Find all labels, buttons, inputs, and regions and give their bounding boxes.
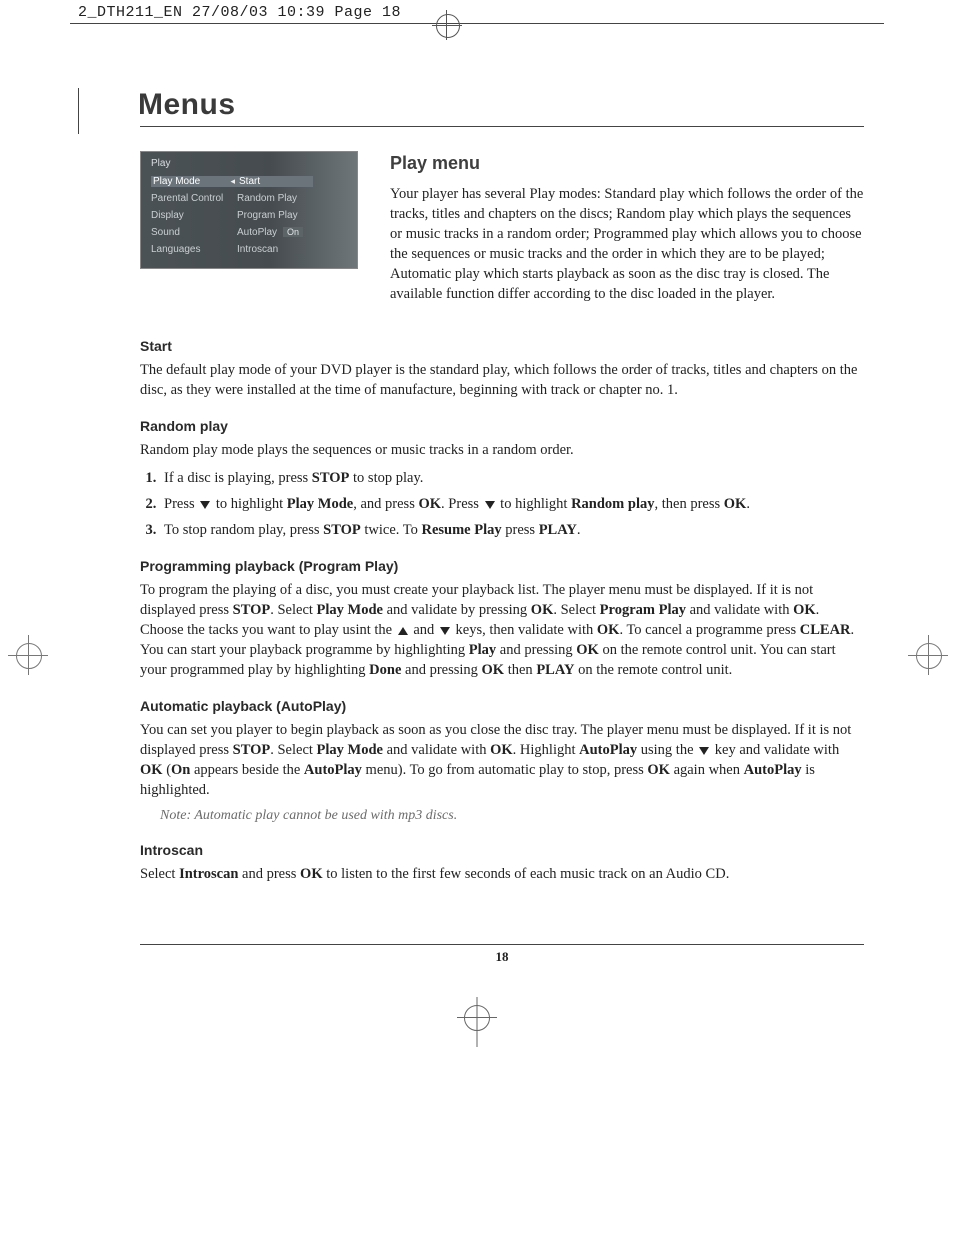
section-heading-random: Random play [140, 418, 864, 434]
body-text: Random play mode plays the sequences or … [140, 440, 864, 460]
down-arrow-icon [200, 501, 210, 509]
menu-right-item: Introscan [237, 244, 347, 255]
menu-right-item: Start [237, 176, 313, 187]
title-rule [140, 126, 864, 127]
page-title: Menus [138, 88, 864, 122]
menu-right-item: Program Play [237, 210, 347, 221]
header-rule [70, 23, 884, 24]
menu-left-item: Play Mode [151, 176, 237, 187]
menu-left-item: Languages [151, 244, 237, 255]
crop-mark-icon [432, 0, 462, 40]
menu-right-item: AutoPlay [237, 227, 277, 238]
down-arrow-icon [485, 501, 495, 509]
step-item: Press to highlight Play Mode, and press … [160, 494, 864, 514]
body-text: To program the playing of a disc, you mu… [140, 580, 864, 680]
body-text: Your player has several Play modes: Stan… [390, 184, 864, 304]
section-heading-start: Start [140, 338, 864, 354]
up-arrow-icon [398, 627, 408, 635]
step-item: To stop random play, press STOP twice. T… [160, 520, 864, 540]
print-header: 2_DTH211_EN 27/08/03 10:39 Page 18 [0, 0, 954, 23]
status-badge: On [283, 227, 303, 237]
menu-right-item: Random Play [237, 193, 347, 204]
menu-left-item: Parental Control [151, 193, 237, 204]
menu-screenshot: Play Play Mode Start Parental Control Ra… [140, 151, 358, 312]
down-arrow-icon [440, 627, 450, 635]
body-text: Select Introscan and press OK to listen … [140, 864, 864, 884]
body-text: The default play mode of your DVD player… [140, 360, 864, 400]
section-heading-autoplay: Automatic playback (AutoPlay) [140, 698, 864, 714]
section-heading-play-menu: Play menu [390, 151, 864, 176]
footer-rule [140, 944, 864, 945]
menu-left-item: Sound [151, 227, 237, 238]
steps-list: If a disc is playing, press STOP to stop… [140, 468, 864, 540]
menu-title: Play [151, 158, 347, 169]
note-text: Note: Automatic play cannot be used with… [160, 808, 864, 824]
page-number: 18 [140, 949, 864, 965]
menu-left-item: Display [151, 210, 237, 221]
step-item: If a disc is playing, press STOP to stop… [160, 468, 864, 488]
down-arrow-icon [699, 747, 709, 755]
section-heading-program: Programming playback (Program Play) [140, 558, 864, 574]
section-heading-introscan: Introscan [140, 842, 864, 858]
registration-mark-icon [0, 985, 954, 1065]
margin-rule [78, 88, 79, 134]
body-text: You can set you player to begin playback… [140, 720, 864, 800]
